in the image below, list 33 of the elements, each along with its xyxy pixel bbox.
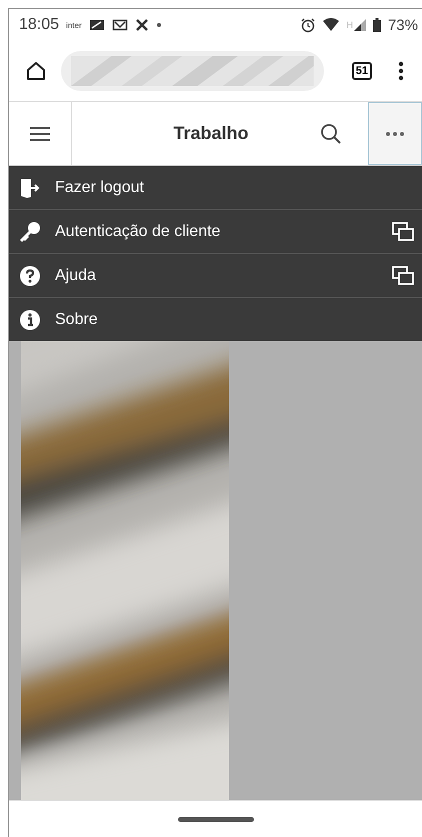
menu-item[interactable]: Ajuda: [9, 254, 422, 298]
dot-icon: [156, 22, 162, 28]
menu-item[interactable]: Fazer logout: [9, 166, 422, 210]
address-field[interactable]: [61, 51, 324, 91]
page-title: Trabalho: [172, 123, 250, 144]
more-vertical-icon[interactable]: [398, 61, 404, 81]
menu-item-label: Ajuda: [55, 266, 97, 284]
logout-icon: [19, 176, 41, 198]
more-horizontal-icon: [385, 130, 405, 136]
battery-icon: [372, 18, 381, 32]
home-handle[interactable]: [178, 816, 254, 822]
signal-icon: [354, 19, 366, 31]
search-icon[interactable]: [320, 122, 342, 144]
home-icon[interactable]: [25, 60, 47, 82]
mail-icon: [112, 18, 128, 32]
clock-time: 18:05: [19, 16, 60, 34]
carrier-label: inter: [66, 20, 82, 30]
menu-item[interactable]: Sobre: [9, 298, 422, 341]
battery-level: 73%: [388, 16, 418, 34]
wifi-icon: [323, 18, 340, 32]
notification-icon: [88, 18, 105, 32]
menu-icon[interactable]: [30, 126, 50, 142]
help-icon: [19, 264, 41, 286]
x-icon: [134, 18, 149, 32]
menu-item-label: Autenticação de cliente: [55, 222, 222, 240]
tab-count[interactable]: 51: [352, 62, 372, 80]
menu-item-label: Fazer logout: [55, 178, 145, 196]
info-icon: [19, 308, 41, 330]
menu-item[interactable]: Autenticação de cliente: [9, 210, 422, 254]
alarm-icon: [300, 17, 316, 33]
network-type: H: [346, 20, 353, 30]
menu-item-label: Sobre: [55, 310, 99, 328]
key-icon: [19, 220, 41, 242]
